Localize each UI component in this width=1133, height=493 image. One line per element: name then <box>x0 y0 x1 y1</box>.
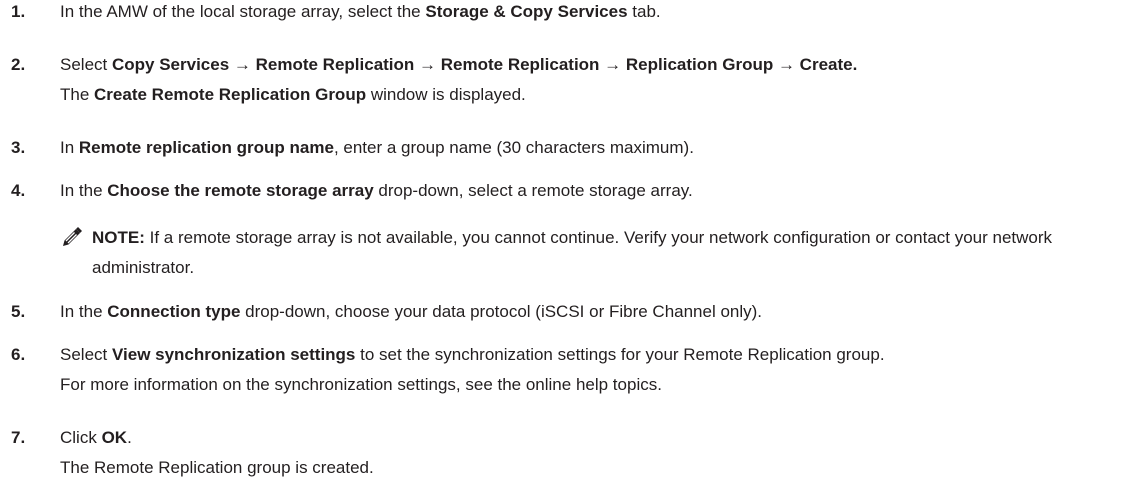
text-run: In the <box>60 302 108 321</box>
step-text: In the AMW of the local storage array, s… <box>60 2 661 22</box>
document-page: 1. In the AMW of the local storage array… <box>0 0 1133 493</box>
text-run: , enter a group name (30 characters maxi… <box>333 138 694 157</box>
step-number: 4. <box>11 181 26 200</box>
note-body: If a remote storage array is not availab… <box>92 228 1053 277</box>
text-run: window is displayed. <box>366 85 526 104</box>
text-run: drop-down, select a remote storage array… <box>373 181 693 200</box>
step-number: 5. <box>11 302 26 321</box>
ui-term: View synchronization settings <box>111 345 356 364</box>
text-run: to set the synchronization settings for … <box>355 345 885 364</box>
step-result: The Remote Replication group is created. <box>60 458 374 477</box>
step-detail: For more information on the synchronizat… <box>60 375 662 394</box>
text-run: In <box>60 138 79 157</box>
step-text: Select View synchronization settings to … <box>60 345 885 365</box>
step-number: 7. <box>11 428 26 447</box>
text-run: Select <box>60 345 112 364</box>
ui-term: Remote replication group name <box>78 138 334 157</box>
pencil-note-icon <box>63 227 82 246</box>
ui-path: Copy Services → Remote Replication → Rem… <box>111 55 858 74</box>
text-run: Click <box>60 428 102 447</box>
text-run: . <box>127 428 132 447</box>
text-run: In the AMW of the local storage array, s… <box>60 2 426 21</box>
step-text: Click OK. <box>60 428 132 448</box>
step-text: In the Choose the remote storage array d… <box>60 181 693 201</box>
text-run: tab. <box>627 2 661 21</box>
ui-term: OK <box>101 428 128 447</box>
step-text: In Remote replication group name, enter … <box>60 138 694 158</box>
step-number: 3. <box>11 138 26 157</box>
step-text: In the Connection type drop-down, choose… <box>60 302 762 322</box>
ui-term: Storage & Copy Services <box>425 2 628 21</box>
ui-term: Create Remote Replication Group <box>94 85 367 104</box>
note-label: NOTE: <box>92 228 145 247</box>
step-number: 2. <box>11 55 26 74</box>
step-number: 1. <box>11 2 26 21</box>
step-number: 6. <box>11 345 26 364</box>
text-run: In the <box>60 181 108 200</box>
step-text: Select Copy Services → Remote Replicatio… <box>60 55 857 75</box>
ui-term: Connection type <box>107 302 241 321</box>
note-text: NOTE: If a remote storage array is not a… <box>92 223 1112 283</box>
text-run: Select <box>60 55 112 74</box>
text-run: The <box>60 85 95 104</box>
text-run: drop-down, choose your data protocol (iS… <box>240 302 763 321</box>
ui-term: Choose the remote storage array <box>107 181 374 200</box>
step-result: The Create Remote Replication Group wind… <box>60 85 526 105</box>
